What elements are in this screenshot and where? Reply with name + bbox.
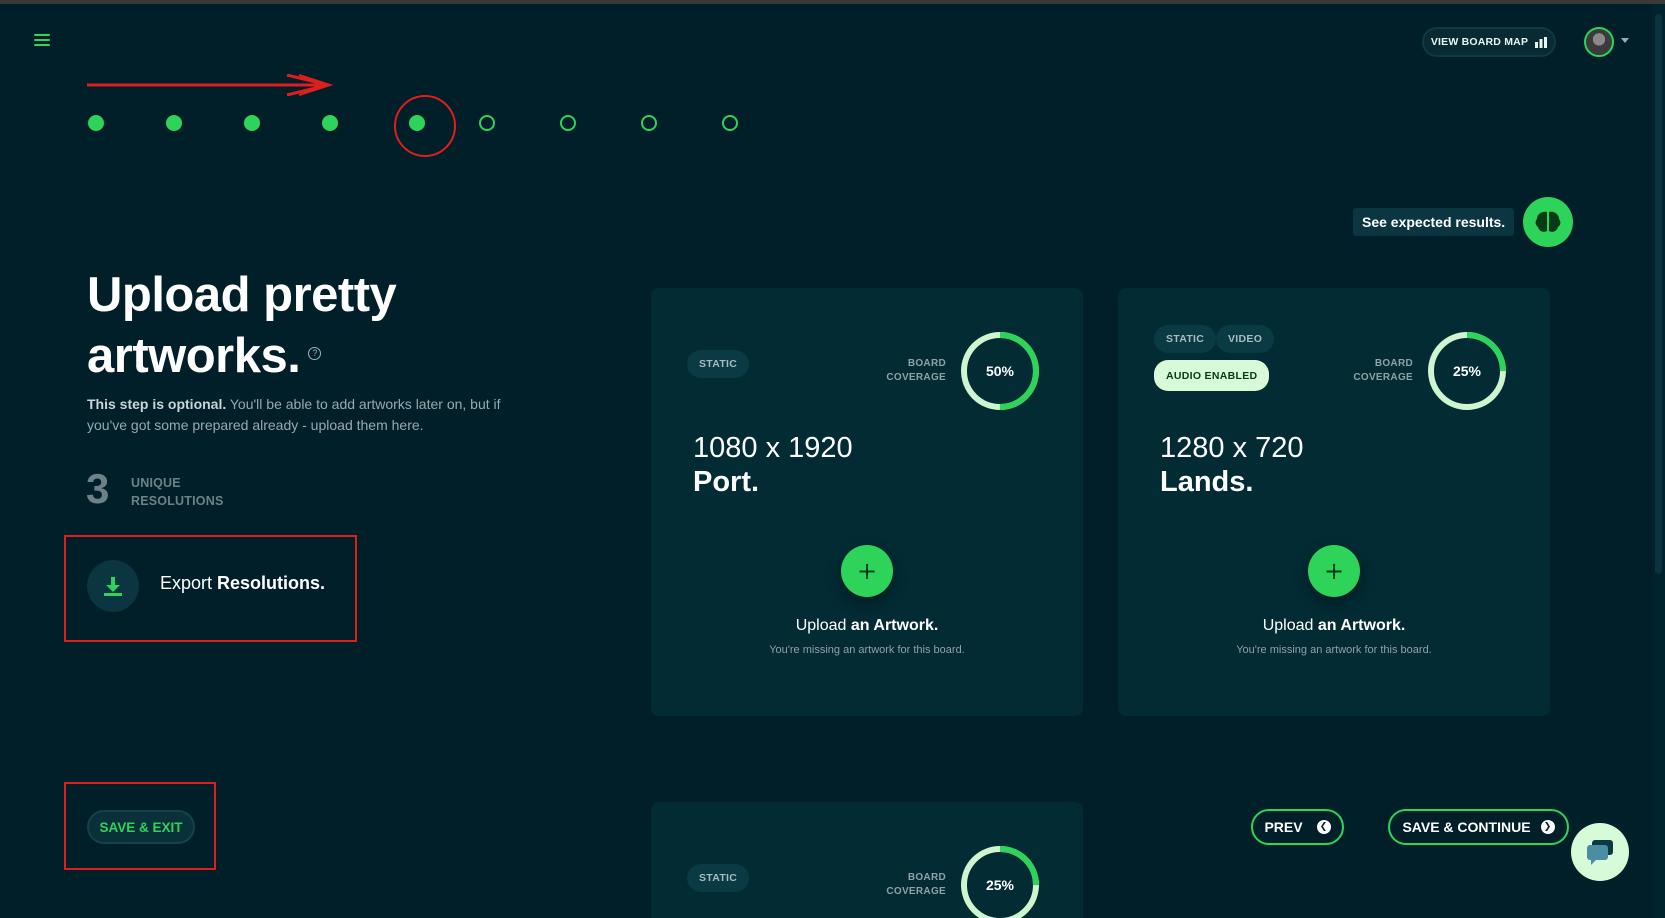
resolution-orientation: Lands. xyxy=(1160,466,1254,498)
board-map-icon xyxy=(1535,36,1548,48)
coverage-label-line-1: BOARD xyxy=(1374,358,1413,369)
coverage-percent: 25% xyxy=(985,877,1015,893)
step-dot[interactable] xyxy=(560,115,576,131)
save-exit-button[interactable]: SAVE & EXIT xyxy=(87,810,195,844)
step-dot[interactable] xyxy=(322,115,338,131)
tag-static: STATIC xyxy=(687,350,750,378)
add-artwork-button[interactable]: + xyxy=(1308,545,1360,597)
page-title: Upload pretty artworks.? xyxy=(87,265,397,387)
view-board-map-button[interactable]: VIEW BOARD MAP xyxy=(1422,27,1556,57)
upload-title-regular: Upload xyxy=(1262,617,1318,634)
window-top-border xyxy=(0,0,1665,4)
coverage-label-line-2: COVERAGE xyxy=(1353,372,1413,383)
upload-artwork-title[interactable]: Upload an Artwork. xyxy=(1118,617,1550,635)
upload-artwork-title[interactable]: Upload an Artwork. xyxy=(651,617,1083,635)
user-avatar[interactable] xyxy=(1584,27,1614,57)
step-dot[interactable] xyxy=(88,115,104,131)
tag-video: VIDEO xyxy=(1216,325,1275,353)
scrollbar-thumb[interactable] xyxy=(1655,14,1662,574)
prev-label: PREV xyxy=(1264,819,1303,835)
count-label-line-1: UNIQUE xyxy=(131,476,181,490)
prev-button[interactable]: PREV ❮ xyxy=(1251,809,1344,845)
tag-audio-enabled: AUDIO ENABLED xyxy=(1154,360,1270,391)
page-title-line-2: artworks. xyxy=(87,329,301,383)
annotation-arrow xyxy=(87,74,333,96)
tag-static: STATIC xyxy=(687,864,750,892)
resolution-orientation: Port. xyxy=(693,466,760,498)
resolution-card: STATIC VIDEO AUDIO ENABLED BOARD COVERAG… xyxy=(1118,288,1550,716)
add-artwork-button[interactable]: + xyxy=(841,545,893,597)
view-board-map-label: VIEW BOARD MAP xyxy=(1430,36,1529,48)
chevron-left-icon: ❮ xyxy=(1316,820,1331,834)
download-icon[interactable] xyxy=(87,560,139,612)
upload-artwork-subtitle: You're missing an artwork for this board… xyxy=(769,644,965,656)
brain-icon[interactable] xyxy=(1523,197,1573,247)
help-icon[interactable]: ? xyxy=(308,346,322,360)
coverage-label-line-2: COVERAGE xyxy=(886,372,946,383)
resolution-card: STATIC BOARD COVERAGE 25% xyxy=(651,802,1083,918)
coverage-percent: 25% xyxy=(1452,363,1482,379)
expected-results-hint: See expected results. xyxy=(1353,208,1515,236)
current-step-annotation xyxy=(394,95,456,157)
scrollbar-track[interactable] xyxy=(1652,4,1665,918)
coverage-label-line-1: BOARD xyxy=(907,358,946,369)
upload-title-bold: an Artwork. xyxy=(850,617,939,634)
chat-icon[interactable] xyxy=(1571,823,1629,881)
resolution-count: 3 xyxy=(86,465,110,512)
description-bold: This step is optional. xyxy=(87,396,227,412)
step-dot[interactable] xyxy=(244,115,260,131)
chevron-down-icon[interactable] xyxy=(1621,38,1629,43)
count-label-line-2: RESOLUTIONS xyxy=(131,494,224,508)
page-title-line-1: Upload pretty xyxy=(87,268,397,322)
step-description: This step is optional. You'll be able to… xyxy=(87,394,537,436)
export-label-regular: Export xyxy=(160,573,218,593)
tag-static: STATIC xyxy=(1154,325,1217,353)
resolution-card: STATIC BOARD COVERAGE 50% 1080 x 1920 Po… xyxy=(651,288,1083,716)
step-dot[interactable] xyxy=(641,115,657,131)
upload-artwork-subtitle: You're missing an artwork for this board… xyxy=(1236,644,1432,656)
upload-title-bold: an Artwork. xyxy=(1317,617,1406,634)
chevron-right-icon: ❯ xyxy=(1540,820,1555,834)
coverage-label-line-1: BOARD xyxy=(907,872,946,883)
step-dot[interactable] xyxy=(722,115,738,131)
board-coverage-label: BOARD COVERAGE xyxy=(876,871,946,899)
resolution-dimensions: 1280 x 720 xyxy=(1160,432,1304,464)
resolution-info: 1280 x 720 Lands. xyxy=(1160,431,1304,499)
save-continue-label: SAVE & CONTINUE xyxy=(1402,819,1531,835)
coverage-label-line-2: COVERAGE xyxy=(886,886,946,897)
export-label-bold: Resolutions. xyxy=(217,573,326,593)
step-dot[interactable] xyxy=(479,115,495,131)
upload-title-regular: Upload xyxy=(795,617,851,634)
save-continue-button[interactable]: SAVE & CONTINUE ❯ xyxy=(1388,809,1569,845)
resolution-count-label: UNIQUE RESOLUTIONS xyxy=(131,474,223,510)
board-coverage-label: BOARD COVERAGE xyxy=(1343,357,1413,385)
resolution-dimensions: 1080 x 1920 xyxy=(693,432,853,464)
coverage-percent: 50% xyxy=(985,363,1015,379)
export-resolutions-button[interactable]: Export Resolutions. xyxy=(160,573,325,594)
step-dot[interactable] xyxy=(166,115,182,131)
board-coverage-label: BOARD COVERAGE xyxy=(876,357,946,385)
resolution-info: 1080 x 1920 Port. xyxy=(693,431,853,499)
hamburger-icon[interactable] xyxy=(34,34,50,48)
